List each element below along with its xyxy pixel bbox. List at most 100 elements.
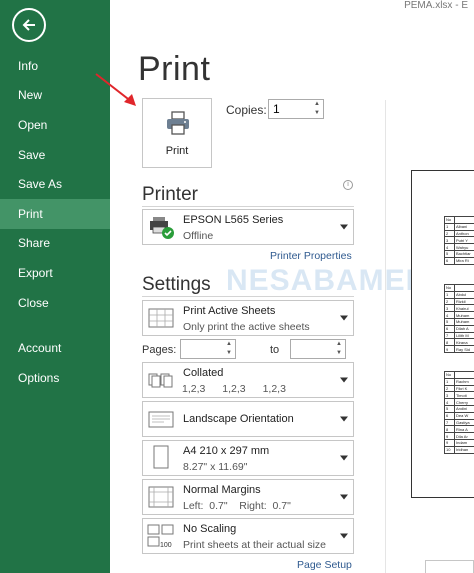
preview-table-header	[454, 216, 474, 224]
copies-increment-icon[interactable]: ▲	[311, 100, 323, 109]
table-cell: Dilah A	[454, 324, 474, 333]
sidebar-item-open[interactable]: Open	[0, 110, 110, 140]
table-cell: 4	[444, 243, 455, 251]
annotation-arrow-icon	[95, 73, 136, 106]
table-cell: 1	[444, 290, 455, 299]
pages-from-decrement-icon[interactable]: ▼	[223, 349, 235, 358]
table-cell: Mira Ri	[454, 256, 474, 265]
preview-table-header: No	[444, 216, 455, 224]
table-cell: 1	[444, 222, 455, 231]
sidebar-item-close[interactable]: Close	[0, 288, 110, 318]
table-cell: Rina A	[454, 425, 474, 434]
margins-dropdown[interactable]: Normal Margins Left: 0.7" Right: 0.7"	[142, 479, 354, 515]
table-cell: Andini	[454, 404, 474, 413]
sidebar-item-print[interactable]: Print	[0, 199, 110, 229]
table-cell: 4	[444, 398, 455, 406]
sidebar-item-account[interactable]: Account	[0, 333, 110, 363]
table-cell: Dea W	[454, 411, 474, 420]
table-cell: Dila Ar	[454, 432, 474, 440]
table-cell: Khairul	[454, 304, 474, 313]
pages-label: Pages:	[142, 344, 177, 356]
collate-set: 1,2,3	[182, 383, 206, 395]
pages-from-input[interactable]	[181, 340, 221, 358]
table-cell: Rizkil	[454, 297, 474, 306]
pages-from-stepper: ▲ ▼	[180, 339, 236, 359]
preview-table: No 1 Abdul 2 Rizkil 3 Khairul 4 Muham 5 Muham 6 Dila…	[444, 284, 474, 353]
table-cell: 7	[444, 331, 455, 340]
copies-label: Copies:	[226, 103, 267, 117]
chevron-down-icon	[340, 315, 348, 321]
chevron-down-icon	[340, 224, 348, 230]
table-row: 1 Abdul	[444, 290, 474, 299]
printer-properties-link[interactable]: Printer Properties	[270, 250, 352, 262]
back-arrow-icon[interactable]	[12, 8, 46, 42]
copies-input[interactable]	[269, 100, 309, 118]
info-icon[interactable]: i	[343, 180, 353, 190]
table-cell: 3	[444, 391, 455, 400]
table-row: 3 Khairul	[444, 304, 474, 313]
copies-decrement-icon[interactable]: ▼	[311, 109, 323, 118]
pages-to-increment-icon[interactable]: ▲	[333, 340, 345, 349]
print-what-title: Print Active Sheets	[183, 305, 276, 317]
copies-stepper: ▲ ▼	[268, 99, 324, 119]
table-cell: 1	[444, 377, 455, 386]
printer-divider	[142, 206, 354, 207]
preview-navigation[interactable]	[425, 560, 474, 573]
collation-title: Collated	[183, 367, 224, 379]
table-row: 5 Muham	[444, 317, 474, 326]
table-cell: Wahyu	[454, 243, 474, 251]
chevron-down-icon	[340, 533, 348, 539]
scaling-title: No Scaling	[183, 523, 237, 535]
page-title: Print	[138, 50, 211, 88]
table-row: 2 Anthon	[444, 229, 474, 238]
printer-dropdown[interactable]: EPSON L565 Series Offline	[142, 209, 354, 245]
page-setup-link[interactable]: Page Setup	[297, 559, 352, 571]
paper-size-subtitle: 8.27" x 11.69"	[183, 461, 248, 473]
collate-set: 1,2,3	[222, 383, 246, 395]
scaling-dropdown[interactable]: 100 No Scaling Print sheets at their act…	[142, 518, 354, 554]
table-cell: Kirana	[454, 338, 474, 347]
settings-divider	[142, 296, 354, 297]
print-what-dropdown[interactable]: Print Active Sheets Only print the activ…	[142, 300, 354, 336]
sidebar-item-options[interactable]: Options	[0, 363, 110, 393]
sidebar-item-save-as[interactable]: Save As	[0, 169, 110, 199]
table-cell: 2	[444, 297, 455, 306]
printer-name: EPSON L565 Series	[183, 214, 284, 226]
table-row: 8 Kirana	[444, 338, 474, 347]
table-cell: 4	[444, 311, 455, 319]
print-button[interactable]: Print	[142, 98, 212, 168]
paper-size-dropdown[interactable]: A4 210 x 297 mm 8.27" x 11.69"	[142, 440, 354, 476]
table-cell: Iridhan	[454, 445, 474, 454]
pages-to-stepper: ▲ ▼	[290, 339, 346, 359]
table-cell: 6	[444, 411, 455, 420]
table-cell: Indam	[454, 438, 474, 447]
pages-to-input[interactable]	[291, 340, 331, 358]
margins-icon	[148, 486, 174, 508]
orientation-dropdown[interactable]: Landscape Orientation	[142, 401, 354, 437]
table-cell: 5	[444, 317, 455, 326]
table-row: 3 Putri Y	[444, 236, 474, 245]
table-row: 9 Ray Sid	[444, 345, 474, 353]
table-row: 3 Timoti	[444, 391, 474, 400]
preview-table-header	[454, 371, 474, 379]
settings-heading: Settings	[142, 274, 211, 295]
print-what-subtitle: Only print the active sheets	[183, 321, 310, 333]
orientation-title: Landscape Orientation	[183, 413, 294, 425]
chevron-down-icon	[340, 455, 348, 461]
pages-to-decrement-icon[interactable]: ▼	[333, 349, 345, 358]
table-cell: 8	[444, 425, 455, 434]
table-cell: 2	[444, 384, 455, 393]
sidebar-item-save[interactable]: Save	[0, 140, 110, 170]
table-row: 6 Dea W	[444, 411, 474, 420]
printer-status: Offline	[183, 230, 214, 242]
sidebar-item-share[interactable]: Share	[0, 228, 110, 258]
print-button-label: Print	[165, 145, 189, 157]
pages-from-increment-icon[interactable]: ▲	[223, 340, 235, 349]
table-row: 2 Rizkil	[444, 297, 474, 306]
table-cell: 9	[444, 432, 455, 440]
printer-offline-icon	[150, 217, 174, 239]
sidebar-item-export[interactable]: Export	[0, 258, 110, 288]
table-row: 1 Rachm	[444, 377, 474, 386]
table-row: 9 Dila Ar	[444, 432, 474, 440]
table-row: 9 Indam	[444, 438, 474, 447]
